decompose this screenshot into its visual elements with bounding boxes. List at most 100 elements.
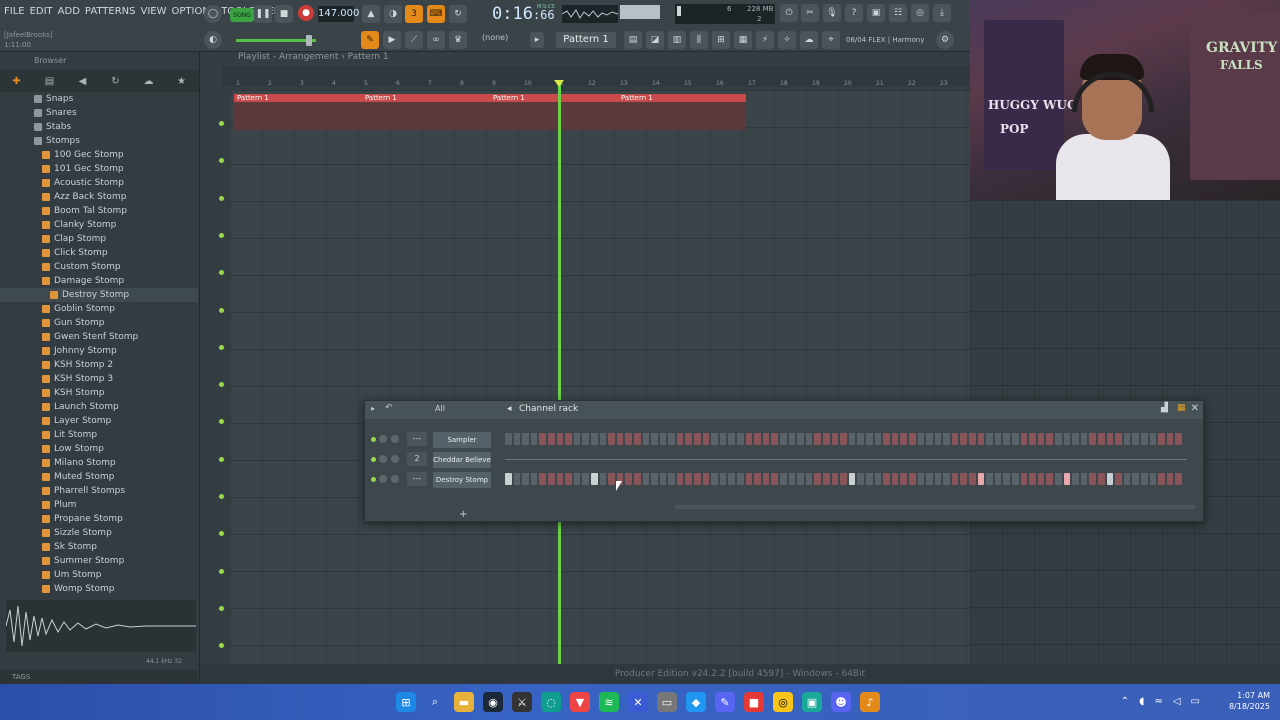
brush-icon[interactable]: ⟋ <box>405 31 423 49</box>
pattern-selector[interactable]: Pattern 1 <box>556 32 616 48</box>
browser-item[interactable]: Milano Stomp <box>0 456 198 470</box>
step-button[interactable] <box>505 473 512 485</box>
pattern-prev-icon[interactable]: ▸ <box>530 32 544 48</box>
track-mute-led[interactable] <box>219 419 224 425</box>
draw-mode-icon[interactable]: ✎ <box>361 31 379 49</box>
chat-icon[interactable]: ◎ <box>911 4 929 22</box>
step-button[interactable] <box>1012 433 1019 445</box>
browser-item[interactable]: Johnny Stomp <box>0 344 198 358</box>
step-button[interactable] <box>1012 473 1019 485</box>
app-icon-2[interactable]: ◆ <box>686 692 706 712</box>
step-button[interactable] <box>1166 473 1174 485</box>
track-mute-led[interactable] <box>219 158 224 164</box>
step-button[interactable] <box>616 433 624 445</box>
gear-icon[interactable]: ⚙ <box>936 31 954 49</box>
step-button[interactable] <box>728 433 736 445</box>
fl-studio-icon[interactable]: ♪ <box>860 692 880 712</box>
step-button[interactable] <box>659 433 667 445</box>
step-button[interactable] <box>676 473 684 485</box>
edge-icon[interactable]: ◌ <box>541 692 561 712</box>
browser-item[interactable]: Acoustic Stomp <box>0 176 198 190</box>
browser-item[interactable]: 101 Gec Stomp <box>0 162 198 176</box>
browser-item[interactable]: Gwen Stenf Stomp <box>0 330 198 344</box>
browser-view-icon[interactable]: ▦ <box>734 31 752 49</box>
step-button[interactable] <box>1123 473 1131 485</box>
browser-tab-back-icon[interactable]: ◀ <box>66 70 99 92</box>
step-button[interactable] <box>1106 433 1114 445</box>
step-button[interactable] <box>599 473 607 485</box>
channel-rack-icon[interactable]: ⊞ <box>712 31 730 49</box>
volume-knob[interactable] <box>391 435 399 443</box>
tags-bar[interactable]: TAGS <box>0 670 198 684</box>
mixer-icon[interactable]: ☷ <box>889 4 907 22</box>
step-button[interactable] <box>960 433 968 445</box>
step-button[interactable] <box>977 473 985 485</box>
channel-led[interactable] <box>371 477 376 482</box>
download-icon[interactable]: ⤓ <box>933 4 951 22</box>
browser-item[interactable]: Stomps <box>0 134 198 148</box>
step-seq-icon[interactable]: ◪ <box>646 31 664 49</box>
step-button[interactable] <box>573 473 581 485</box>
master-knob-icon[interactable]: ◐ <box>204 31 222 49</box>
track-mute-led[interactable] <box>219 270 224 276</box>
step-button[interactable] <box>960 473 968 485</box>
browser-item[interactable]: Low Stomp <box>0 442 198 456</box>
menu-edit[interactable]: EDIT <box>30 6 53 17</box>
step-button[interactable] <box>857 473 864 485</box>
folder-icon[interactable]: ▭ <box>657 692 677 712</box>
step-button[interactable] <box>926 473 933 485</box>
step-button[interactable] <box>1097 473 1105 485</box>
volume-knob[interactable] <box>391 475 399 483</box>
track-mute-led[interactable] <box>219 344 224 350</box>
step-button[interactable] <box>685 473 693 485</box>
step-button[interactable] <box>917 473 925 485</box>
record-mode-icon[interactable]: ◯ <box>204 5 222 23</box>
mixer-track-number[interactable]: --- <box>407 432 427 446</box>
playhead-marker[interactable] <box>554 80 564 87</box>
browser-item[interactable]: Boom Tal Stomp <box>0 204 198 218</box>
step-button[interactable] <box>994 473 1002 485</box>
step-button[interactable] <box>530 433 538 445</box>
step-button[interactable] <box>582 433 589 445</box>
step-button[interactable] <box>599 433 607 445</box>
step-button[interactable] <box>1063 473 1071 485</box>
browser-item[interactable]: Launch Stomp <box>0 400 198 414</box>
step-button[interactable] <box>1003 473 1011 485</box>
browser-item[interactable]: Summer Stomp <box>0 554 198 568</box>
step-button[interactable] <box>728 473 736 485</box>
step-button[interactable] <box>711 473 718 485</box>
browser-item[interactable]: Sizzle Stomp <box>0 526 198 540</box>
step-button[interactable] <box>719 473 727 485</box>
wait-input-icon[interactable]: ◑ <box>384 5 402 23</box>
step-button[interactable] <box>805 473 813 485</box>
app-icon-4[interactable]: ■ <box>744 692 764 712</box>
step-button[interactable] <box>883 433 890 445</box>
step-button[interactable] <box>874 433 882 445</box>
step-button[interactable] <box>633 433 641 445</box>
step-button[interactable] <box>513 473 521 485</box>
channel-led[interactable] <box>371 457 376 462</box>
step-button[interactable] <box>822 473 830 485</box>
bird-icon[interactable]: ⌖ <box>822 31 840 49</box>
track-mute-led[interactable] <box>219 195 224 201</box>
step-button[interactable] <box>780 473 787 485</box>
step-button[interactable] <box>625 473 632 485</box>
track-mute-led[interactable] <box>219 456 224 462</box>
graph-icon[interactable]: ▟ <box>1161 403 1168 413</box>
channel-row[interactable]: --- Sampler <box>371 431 1197 449</box>
step-button[interactable] <box>822 433 830 445</box>
step-button[interactable] <box>668 433 675 445</box>
step-button[interactable] <box>771 433 778 445</box>
track-mute-led[interactable] <box>219 307 224 313</box>
grid-icon[interactable]: ▦ <box>1177 403 1186 413</box>
browser-tab-refresh-icon[interactable]: ↻ <box>99 70 132 92</box>
browser-item[interactable]: Layer Stomp <box>0 414 198 428</box>
cloud-icon[interactable]: ☁ <box>800 31 818 49</box>
step-button[interactable] <box>1020 473 1028 485</box>
snap-select[interactable]: (none) <box>482 33 508 42</box>
step-button[interactable] <box>1158 473 1165 485</box>
step-button[interactable] <box>762 433 770 445</box>
step-button[interactable] <box>857 433 864 445</box>
browser-item[interactable]: Plum <box>0 498 198 512</box>
save-icon[interactable]: ▣ <box>867 4 885 22</box>
